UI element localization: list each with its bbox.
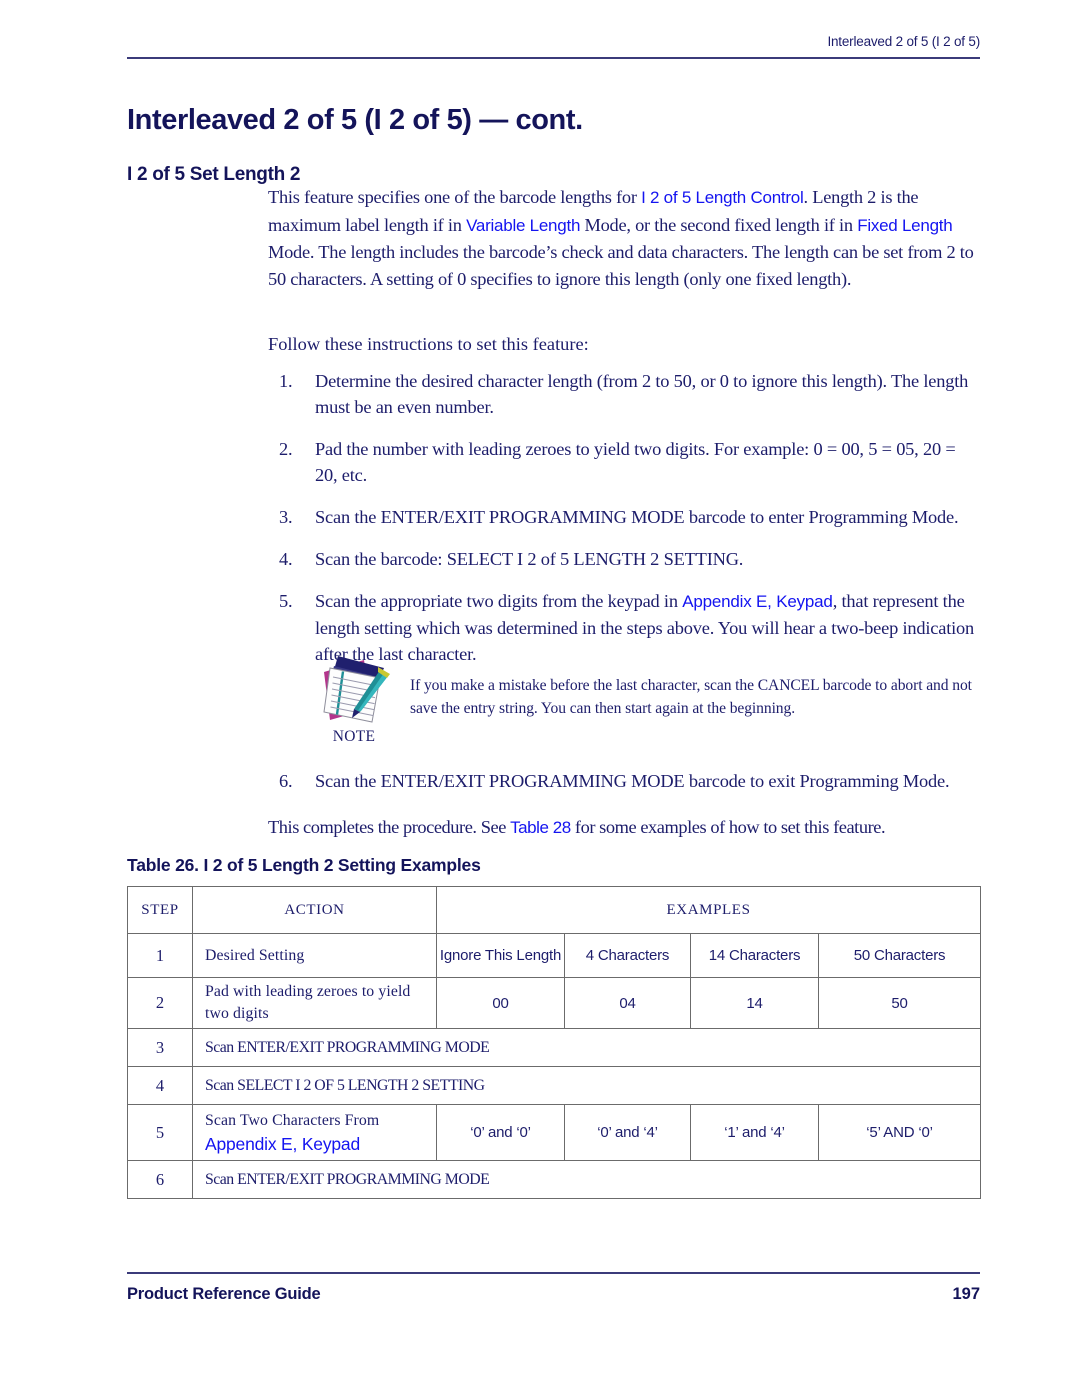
table-row: 2 Pad with leading zeroes to yield two d… bbox=[127, 977, 982, 1029]
step-number: 1. bbox=[279, 371, 293, 391]
instruction-step: 6. Scan the ENTER/EXIT PROGRAMMING MODE … bbox=[268, 768, 980, 794]
table-header-step: STEP bbox=[127, 886, 193, 934]
link-variable-length[interactable]: Variable Length bbox=[466, 216, 580, 235]
row-action: Scan ENTER/EXIT PROGRAMMING MODE bbox=[191, 1028, 982, 1067]
running-header: Interleaved 2 of 5 (I 2 of 5) bbox=[827, 34, 980, 49]
row-action-text: Scan Two Characters From bbox=[205, 1112, 380, 1129]
table-row: 3 Scan ENTER/EXIT PROGRAMMING MODE bbox=[127, 1028, 982, 1067]
step-number: 2. bbox=[279, 439, 293, 459]
step-number: 5. bbox=[279, 591, 293, 611]
intro-paragraph-block: This feature specifies one of the barcod… bbox=[268, 184, 980, 292]
step-text: Scan the ENTER/EXIT PROGRAMMING MODE bar… bbox=[315, 507, 959, 527]
row-example: 14 bbox=[690, 977, 819, 1029]
link-table-28[interactable]: Table 28 bbox=[510, 818, 571, 837]
row-example: ‘5’ AND ‘0’ bbox=[817, 1104, 982, 1161]
link-appendix-e-keypad[interactable]: Appendix E, Keypad bbox=[682, 592, 833, 611]
header-divider bbox=[127, 57, 980, 59]
row-step: 2 bbox=[127, 977, 193, 1029]
intro-text-d: Mode. The length includes the barcode’s … bbox=[268, 242, 974, 289]
step-text: Determine the desired character length (… bbox=[315, 371, 969, 417]
row-example: ‘0’ and ‘4’ bbox=[564, 1104, 691, 1161]
link-appendix-e-keypad[interactable]: Appendix E, Keypad bbox=[205, 1133, 436, 1155]
step-text: Scan the ENTER/EXIT PROGRAMMING MODE bar… bbox=[315, 771, 950, 791]
document-page: Interleaved 2 of 5 (I 2 of 5) Interleave… bbox=[0, 0, 1080, 1397]
instruction-step: 1. Determine the desired character lengt… bbox=[268, 368, 980, 420]
table-row: 5 Scan Two Characters From Appendix E, K… bbox=[127, 1104, 982, 1161]
intro-text-c: Mode, or the second fixed length if in bbox=[580, 214, 858, 235]
table-header-row: STEP ACTION EXAMPLES bbox=[127, 886, 982, 934]
note-text: If you make a mistake before the last ch… bbox=[410, 677, 972, 717]
page-title: Interleaved 2 of 5 (I 2 of 5) — cont. bbox=[127, 104, 583, 137]
step-number: 6. bbox=[279, 771, 293, 791]
instruction-step: 4. Scan the barcode: SELECT I 2 of 5 LEN… bbox=[268, 546, 980, 572]
row-action: Scan Two Characters From Appendix E, Key… bbox=[192, 1104, 437, 1161]
step-text: Pad the number with leading zeroes to yi… bbox=[315, 439, 956, 485]
section-title: I 2 of 5 Set Length 2 bbox=[127, 163, 301, 185]
instruction-step-list-tail: 6. Scan the ENTER/EXIT PROGRAMMING MODE … bbox=[268, 768, 980, 810]
instruction-step: 2. Pad the number with leading zeroes to… bbox=[268, 436, 980, 488]
row-example: ‘0’ and ‘0’ bbox=[436, 1104, 565, 1161]
table-caption: Table 26. I 2 of 5 Length 2 Setting Exam… bbox=[127, 855, 481, 875]
intro-paragraph: This feature specifies one of the barcod… bbox=[268, 184, 980, 292]
instruction-step: 3. Scan the ENTER/EXIT PROGRAMMING MODE … bbox=[268, 504, 980, 530]
length-setting-examples-table: STEP ACTION EXAMPLES 1 Desired Setting I… bbox=[127, 886, 982, 1199]
row-action: Pad with leading zeroes to yield two dig… bbox=[192, 977, 437, 1029]
closing-text-b: for some examples of how to set this fea… bbox=[570, 817, 886, 837]
closing-paragraph: This completes the procedure. See Table … bbox=[268, 814, 983, 841]
row-step: 6 bbox=[127, 1160, 193, 1199]
row-example: Ignore This Length bbox=[436, 933, 565, 978]
row-step: 3 bbox=[127, 1028, 193, 1067]
closing-text-a: This completes the procedure. See bbox=[268, 817, 511, 837]
row-example: 14 Characters bbox=[690, 933, 819, 978]
table-header-action: ACTION bbox=[192, 886, 437, 934]
row-action: Scan SELECT I 2 OF 5 LENGTH 2 SETTING bbox=[191, 1066, 982, 1105]
instructions-lead-in: Follow these instructions to set this fe… bbox=[268, 334, 589, 354]
row-example: 00 bbox=[436, 977, 565, 1029]
step-text: Scan the barcode: SELECT I 2 of 5 LENGTH… bbox=[315, 549, 744, 569]
row-example: ‘1’ and ‘4’ bbox=[690, 1104, 819, 1161]
footer-divider bbox=[127, 1272, 980, 1274]
row-example: 04 bbox=[564, 977, 691, 1029]
intro-text-a: This feature specifies one of the barcod… bbox=[268, 187, 642, 207]
row-step: 1 bbox=[127, 933, 193, 978]
step-number: 4. bbox=[279, 549, 293, 569]
table-row: 4 Scan SELECT I 2 OF 5 LENGTH 2 SETTING bbox=[127, 1066, 982, 1105]
table-row: 6 Scan ENTER/EXIT PROGRAMMING MODE bbox=[127, 1160, 982, 1199]
instruction-step-list: 1. Determine the desired character lengt… bbox=[268, 368, 980, 683]
step-text-a: Scan the appropriate two digits from the… bbox=[315, 591, 683, 611]
step-number: 3. bbox=[279, 507, 293, 527]
row-step: 5 bbox=[127, 1104, 193, 1161]
row-example: 50 bbox=[817, 977, 982, 1029]
table-row: 1 Desired Setting Ignore This Length 4 C… bbox=[127, 933, 982, 978]
row-action: Scan ENTER/EXIT PROGRAMMING MODE bbox=[191, 1160, 982, 1199]
footer-page-number: 197 bbox=[952, 1285, 980, 1303]
row-example: 50 Characters bbox=[817, 933, 982, 978]
link-fixed-length[interactable]: Fixed Length bbox=[857, 216, 953, 235]
row-example: 4 Characters bbox=[564, 933, 691, 978]
link-i2of5-length-control[interactable]: I 2 of 5 Length Control bbox=[641, 188, 804, 207]
note-callout: NOTE If you make a mistake before the la… bbox=[300, 652, 990, 760]
note-label: NOTE bbox=[332, 728, 376, 745]
table-header-examples: EXAMPLES bbox=[435, 886, 982, 934]
row-step: 4 bbox=[127, 1066, 193, 1105]
row-action: Desired Setting bbox=[192, 933, 437, 978]
